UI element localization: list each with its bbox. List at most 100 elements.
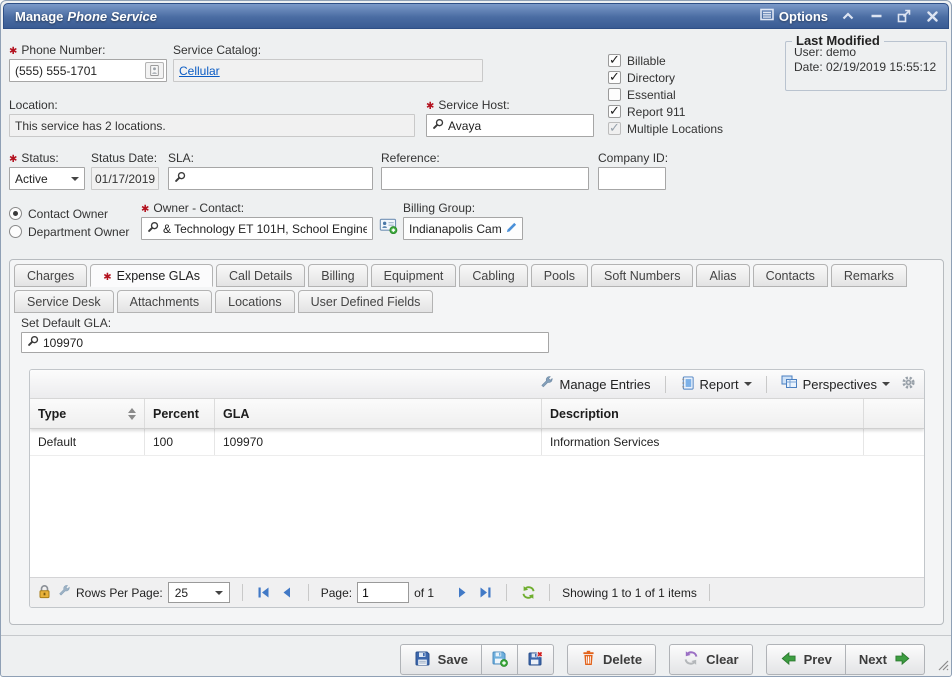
- sla-input[interactable]: [190, 168, 367, 189]
- tab-alias[interactable]: Alias: [696, 264, 749, 287]
- billing-group-field[interactable]: Indianapolis Campus: [403, 217, 523, 240]
- report-button[interactable]: Report: [680, 375, 752, 394]
- resize-grip[interactable]: [938, 660, 949, 674]
- essential-label: Essential: [627, 88, 676, 102]
- collapse-icon[interactable]: [840, 8, 856, 24]
- tab-service-desk[interactable]: Service Desk: [14, 290, 114, 313]
- tab-pools[interactable]: Pools: [531, 264, 588, 287]
- sort-icon[interactable]: [128, 404, 136, 424]
- contact-owner-radio[interactable]: [9, 207, 22, 220]
- set-default-gla-label: Set Default GLA:: [21, 316, 549, 330]
- refresh-icon[interactable]: [519, 584, 537, 602]
- service-catalog-label: Service Catalog:: [173, 43, 483, 57]
- owner-contact-search-field[interactable]: [141, 217, 373, 240]
- set-default-gla-search-field[interactable]: [21, 332, 549, 353]
- window-title: ManagePhone Service: [15, 9, 157, 24]
- wrench-icon[interactable]: [57, 584, 71, 601]
- tab-contacts[interactable]: Contacts: [753, 264, 828, 287]
- grid-body: Default 100 109970 Information Services: [30, 429, 924, 577]
- set-default-gla-input[interactable]: [43, 333, 543, 352]
- pager-divider: [308, 584, 309, 601]
- report-911-checkbox[interactable]: [608, 105, 621, 118]
- last-page-button[interactable]: [476, 584, 494, 602]
- company-id-group: Company ID:: [598, 151, 666, 190]
- clear-button[interactable]: Clear: [669, 644, 753, 675]
- billable-checkbox[interactable]: [608, 54, 621, 67]
- tab-billing[interactable]: Billing: [308, 264, 367, 287]
- service-host-input[interactable]: [448, 115, 588, 136]
- expense-gla-grid: Manage Entries Report Perspectives Type: [29, 369, 925, 608]
- tab-user-defined-fields[interactable]: User Defined Fields: [298, 290, 434, 313]
- last-modified-box: Last Modified User: demo Date: 02/19/201…: [785, 41, 947, 91]
- pager-divider: [549, 584, 550, 601]
- tab-equipment[interactable]: Equipment: [371, 264, 457, 287]
- tab-cabling[interactable]: Cabling: [459, 264, 527, 287]
- minimize-icon[interactable]: [868, 8, 884, 24]
- delete-button[interactable]: Delete: [567, 644, 656, 675]
- service-host-group: Service Host:: [426, 98, 594, 137]
- prev-button[interactable]: Prev: [766, 644, 846, 675]
- reference-group: Reference:: [381, 151, 589, 190]
- directory-checkbox[interactable]: [608, 71, 621, 84]
- prev-arrow-icon: [780, 651, 797, 669]
- essential-checkbox[interactable]: [608, 88, 621, 101]
- status-date-label: Status Date:: [91, 151, 159, 165]
- prev-label: Prev: [804, 652, 832, 667]
- service-catalog-group: Service Catalog: Cellular: [173, 43, 483, 82]
- wrench-icon: [539, 375, 554, 393]
- location-label: Location:: [9, 98, 415, 112]
- column-header-gla[interactable]: GLA: [215, 399, 542, 428]
- department-owner-radio[interactable]: [9, 225, 22, 238]
- first-page-button[interactable]: [255, 584, 273, 602]
- save-and-new-button[interactable]: [482, 644, 518, 675]
- last-modified-date: Date: 02/19/2019 15:55:12: [794, 60, 938, 75]
- close-icon[interactable]: [924, 8, 940, 24]
- owner-contact-input[interactable]: [163, 218, 367, 239]
- prev-next-button-group: Prev Next: [766, 644, 925, 675]
- table-row[interactable]: Default 100 109970 Information Services: [30, 429, 924, 456]
- phone-number-input[interactable]: [9, 59, 167, 82]
- sla-search-field[interactable]: [168, 167, 373, 190]
- save-button[interactable]: Save: [400, 644, 482, 675]
- page-number-input[interactable]: [357, 582, 409, 603]
- tab-locations[interactable]: Locations: [215, 290, 295, 313]
- options-button[interactable]: Options: [760, 8, 828, 24]
- status-select[interactable]: Active: [9, 167, 85, 190]
- tab-expense-glas[interactable]: Expense GLAs: [90, 264, 213, 287]
- tab-soft-numbers[interactable]: Soft Numbers: [591, 264, 693, 287]
- next-button[interactable]: Next: [846, 644, 925, 675]
- column-header-type[interactable]: Type: [30, 399, 145, 428]
- report-911-label: Report 911: [627, 105, 685, 119]
- rows-per-page-label: Rows Per Page:: [76, 586, 163, 600]
- column-header-percent[interactable]: Percent: [145, 399, 215, 428]
- service-host-search-field[interactable]: [426, 114, 594, 137]
- lock-icon[interactable]: [37, 584, 52, 602]
- tab-call-details[interactable]: Call Details: [216, 264, 305, 287]
- column-header-description[interactable]: Description: [542, 399, 864, 428]
- manage-entries-button[interactable]: Manage Entries: [539, 375, 650, 393]
- grid-settings-button[interactable]: [901, 375, 916, 393]
- footer-button-bar: Save Delete Clear Prev Next: [400, 644, 925, 675]
- phone-directory-icon[interactable]: [145, 62, 164, 79]
- perspectives-button[interactable]: Perspectives: [781, 375, 890, 393]
- tab-charges[interactable]: Charges: [14, 264, 87, 287]
- view-contact-card-icon[interactable]: [379, 217, 398, 234]
- company-id-input[interactable]: [598, 167, 666, 190]
- edit-pencil-icon[interactable]: [506, 222, 517, 236]
- reference-input[interactable]: [381, 167, 589, 190]
- save-and-close-button[interactable]: [518, 644, 554, 675]
- popout-icon[interactable]: [896, 8, 912, 24]
- tab-remarks[interactable]: Remarks: [831, 264, 907, 287]
- reference-label: Reference:: [381, 151, 589, 165]
- owner-contact-group: Owner - Contact:: [141, 201, 373, 240]
- prev-page-button[interactable]: [278, 584, 296, 602]
- next-page-button[interactable]: [453, 584, 471, 602]
- next-label: Next: [859, 652, 887, 667]
- rows-per-page-select[interactable]: 25: [168, 582, 230, 603]
- service-catalog-link[interactable]: Cellular: [179, 64, 220, 78]
- tab-attachments[interactable]: Attachments: [117, 290, 212, 313]
- delete-label: Delete: [603, 652, 642, 667]
- manage-phone-service-window: ManagePhone Service Options: [0, 0, 952, 677]
- search-icon: [432, 118, 444, 133]
- clear-label: Clear: [706, 652, 739, 667]
